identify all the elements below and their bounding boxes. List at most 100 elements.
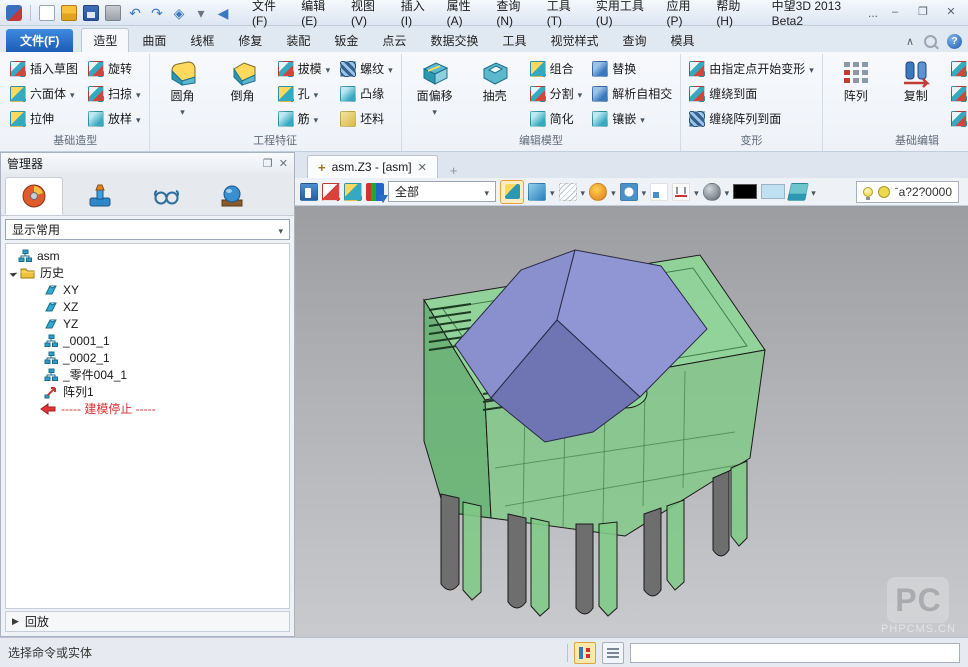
menu-help[interactable]: 帮助(H) — [709, 0, 757, 30]
loft-button[interactable]: 放样 — [84, 106, 145, 131]
dropdown-arrow-icon[interactable] — [640, 112, 645, 126]
tree-item-history[interactable]: 历史 — [6, 264, 289, 281]
layer-manager-icon[interactable] — [787, 183, 809, 201]
close-button[interactable]: ✕ — [940, 5, 962, 21]
menu-view[interactable]: 视图(V) — [344, 0, 392, 30]
dropdown-arrow-icon[interactable] — [581, 185, 586, 199]
tab-pointcloud[interactable]: 点云 — [371, 29, 417, 52]
dropdown-arrow-icon[interactable] — [432, 104, 437, 118]
tab-dataexchange[interactable]: 数据交换 — [419, 29, 489, 52]
undo-icon[interactable]: ↶ — [127, 5, 143, 21]
dropdown-arrow-icon[interactable] — [811, 185, 816, 199]
manager-filter-dropdown[interactable]: 显示常用 — [5, 219, 290, 240]
dropdown-arrow-icon[interactable] — [611, 185, 616, 199]
show-entity-icon[interactable] — [344, 183, 362, 201]
pattern-button[interactable]: 阵列 — [827, 56, 885, 106]
divide-button[interactable]: 分割 — [526, 81, 587, 106]
fillet-button[interactable]: 圆角 — [154, 56, 212, 121]
highlight-color-swatch[interactable] — [761, 184, 785, 199]
filter-select[interactable]: 全部 — [388, 181, 496, 202]
panel-close-button[interactable]: ✕ — [279, 157, 288, 170]
tab-view-manager[interactable] — [203, 177, 261, 215]
replace-button[interactable]: 替换 — [588, 56, 676, 81]
scale-button[interactable]: 缩放 — [947, 106, 968, 131]
dropdown-arrow-icon[interactable] — [725, 185, 730, 199]
draft-button[interactable]: 拔模 — [274, 56, 335, 81]
dropdown-arrow-icon[interactable] — [642, 185, 647, 199]
tree-item-xz-plane[interactable]: XZ — [6, 298, 289, 315]
dropdown-arrow-icon[interactable] — [694, 185, 699, 199]
shaded-display-icon[interactable] — [528, 183, 546, 201]
dropdown-arrow-icon[interactable] — [70, 87, 75, 101]
wrap-pattern-to-face-button[interactable]: 缠绕阵列到面 — [685, 106, 818, 131]
tab-assembly[interactable]: 装配 — [275, 29, 321, 52]
dropdown-arrow-icon[interactable] — [180, 104, 185, 118]
tab-close-icon[interactable]: ✕ — [418, 161, 427, 174]
tree-item-component-004[interactable]: _零件004_1 — [6, 366, 289, 383]
simplify-button[interactable]: 简化 — [526, 106, 587, 131]
expander-icon[interactable] — [10, 269, 18, 277]
copy-button[interactable]: 复制 — [887, 56, 945, 106]
face-offset-button[interactable]: 面偏移 — [406, 56, 464, 121]
dropdown-arrow-icon[interactable] — [136, 87, 141, 101]
tab-assembly-manager[interactable] — [71, 177, 129, 215]
tree-item-component-0002[interactable]: _0002_1 — [6, 349, 289, 366]
deform-from-point-button[interactable]: 由指定点开始变形 — [685, 56, 818, 81]
resolve-selfintersection-button[interactable]: 解析自相交 — [588, 81, 676, 106]
thread-button[interactable]: 螺纹 — [336, 56, 397, 81]
collapse-ribbon-icon[interactable]: ∧ — [906, 35, 914, 48]
save-icon[interactable] — [83, 5, 99, 21]
minimize-button[interactable]: – — [884, 5, 906, 21]
filter-icon[interactable] — [366, 183, 384, 201]
tab-inquire[interactable]: 查询 — [611, 29, 657, 52]
box-button[interactable]: 六面体 — [6, 81, 82, 106]
wrap-to-face-button[interactable]: 缠绕到面 — [685, 81, 818, 106]
light-settings-group[interactable]: ˉa?2?0000 — [856, 181, 959, 203]
tab-mold[interactable]: 模具 — [660, 29, 706, 52]
dropdown-arrow-icon[interactable] — [314, 112, 319, 126]
menu-utilities[interactable]: 实用工具(U) — [589, 0, 658, 30]
move-button[interactable]: 移动 — [947, 56, 968, 81]
document-tab-asm[interactable]: + asm.Z3 - [asm] ✕ — [307, 155, 438, 178]
tab-wireframe[interactable]: 线框 — [179, 29, 225, 52]
menu-inquire[interactable]: 查询(N) — [489, 0, 537, 30]
tree-item-yz-plane[interactable]: YZ — [6, 315, 289, 332]
hole-button[interactable]: 孔 — [274, 81, 335, 106]
mirror-button[interactable]: 镜像 — [947, 81, 968, 106]
revolve-button[interactable]: 旋转 — [84, 56, 145, 81]
menu-file[interactable]: 文件(F) — [245, 0, 292, 30]
view-cube-icon[interactable]: ◈ — [171, 5, 187, 21]
rib-button[interactable]: 筋 — [274, 106, 335, 131]
tree-item-asm[interactable]: asm — [6, 247, 289, 264]
menu-attributes[interactable]: 属性(A) — [440, 0, 488, 30]
tab-file[interactable]: 文件(F) — [6, 29, 73, 52]
chamfer-button[interactable]: 倒角 — [214, 56, 272, 106]
menu-tools[interactable]: 工具(T) — [540, 0, 587, 30]
tree-item-component-0001[interactable]: _0001_1 — [6, 332, 289, 349]
dropdown-arrow-icon[interactable] — [388, 62, 393, 76]
tab-history-manager[interactable] — [5, 177, 63, 215]
exit-icon[interactable] — [300, 183, 318, 201]
tab-visibility-manager[interactable] — [137, 177, 195, 215]
search-icon[interactable] — [924, 35, 937, 48]
dimension-display-icon[interactable] — [672, 183, 690, 201]
extrude-button[interactable]: 拉伸 — [6, 106, 82, 131]
redo-icon[interactable]: ↷ — [149, 5, 165, 21]
tree-item-model-stop[interactable]: ----- 建模停止 ----- — [6, 400, 289, 417]
inlay-button[interactable]: 镶嵌 — [588, 106, 676, 131]
tab-surface[interactable]: 曲面 — [131, 29, 177, 52]
panel-restore-button[interactable]: ❐ — [263, 157, 273, 170]
dropdown-arrow-icon[interactable] — [550, 185, 555, 199]
dropdown-arrow-icon[interactable] — [136, 112, 141, 126]
command-input[interactable] — [630, 643, 960, 663]
tab-shape[interactable]: 造型 — [81, 28, 129, 52]
menu-applications[interactable]: 应用(P) — [660, 0, 708, 30]
dropdown-arrow-icon[interactable] — [326, 62, 331, 76]
open-file-icon[interactable] — [61, 5, 77, 21]
tab-sheetmetal[interactable]: 钣金 — [323, 29, 369, 52]
help-icon[interactable]: ? — [947, 34, 962, 49]
dropdown-arrow-icon[interactable] — [809, 62, 814, 76]
filter-list-toggle-icon[interactable] — [574, 642, 596, 664]
dropdown-arrow-icon[interactable] — [314, 87, 319, 101]
viewport-layout-icon[interactable] — [650, 183, 668, 201]
